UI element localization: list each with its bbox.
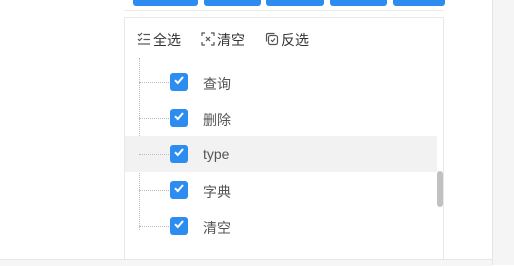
clear-label: 清空 [217,32,245,48]
tree-node[interactable]: 清空 [125,208,437,244]
top-button-1[interactable] [133,0,198,6]
tree-node-label: type [203,146,230,162]
checkbox[interactable] [170,181,188,199]
tree-node[interactable]: 字典 [125,172,437,208]
top-button-5[interactable] [393,0,445,6]
tree-node[interactable]: 删除 [125,100,437,136]
tree-branch-line [139,154,169,155]
checkmark-icon [173,109,185,127]
clear-button[interactable]: 清空 [201,30,245,50]
top-divider [124,10,444,11]
tree-branch-line [139,226,169,227]
tree-node[interactable]: 查询 [125,64,437,100]
tree-branch-line [139,190,169,191]
invert-button[interactable]: 反选 [265,30,309,50]
tree-scrollbar[interactable] [437,171,443,207]
list-check-icon [137,32,153,49]
tree-select-dropdown: 全选 清空 反选 查询 删除 type 字典 清空 [124,17,444,262]
checkbox[interactable] [170,145,188,163]
invert-label: 反选 [281,32,309,48]
checkbox[interactable] [170,217,188,235]
tree-branch-line [139,82,169,83]
checkbox[interactable] [170,109,188,127]
tree-node-label: 清空 [203,220,231,236]
top-button-4[interactable] [330,0,387,6]
invert-copy-icon [265,32,281,49]
top-button-3[interactable] [266,0,324,6]
select-all-button[interactable]: 全选 [137,30,181,50]
page-scrollbar-track[interactable] [492,0,514,265]
tree-node-label: 查询 [203,76,231,92]
checkbox[interactable] [170,73,188,91]
tree-node-label: 字典 [203,184,231,200]
checkmark-icon [173,145,185,163]
tree-node-highlighted[interactable]: type [125,136,437,172]
tree-node-label: 删除 [203,112,231,128]
clear-selection-icon [201,31,217,49]
checkmark-icon [173,73,185,91]
tree-toolbar: 全选 清空 反选 [137,31,329,49]
checkmark-icon [173,217,185,235]
select-all-label: 全选 [153,32,181,48]
checkmark-icon [173,181,185,199]
top-button-2[interactable] [204,0,261,6]
tree-branch-line [139,118,169,119]
tree-list: 查询 删除 type 字典 清空 [125,58,437,244]
